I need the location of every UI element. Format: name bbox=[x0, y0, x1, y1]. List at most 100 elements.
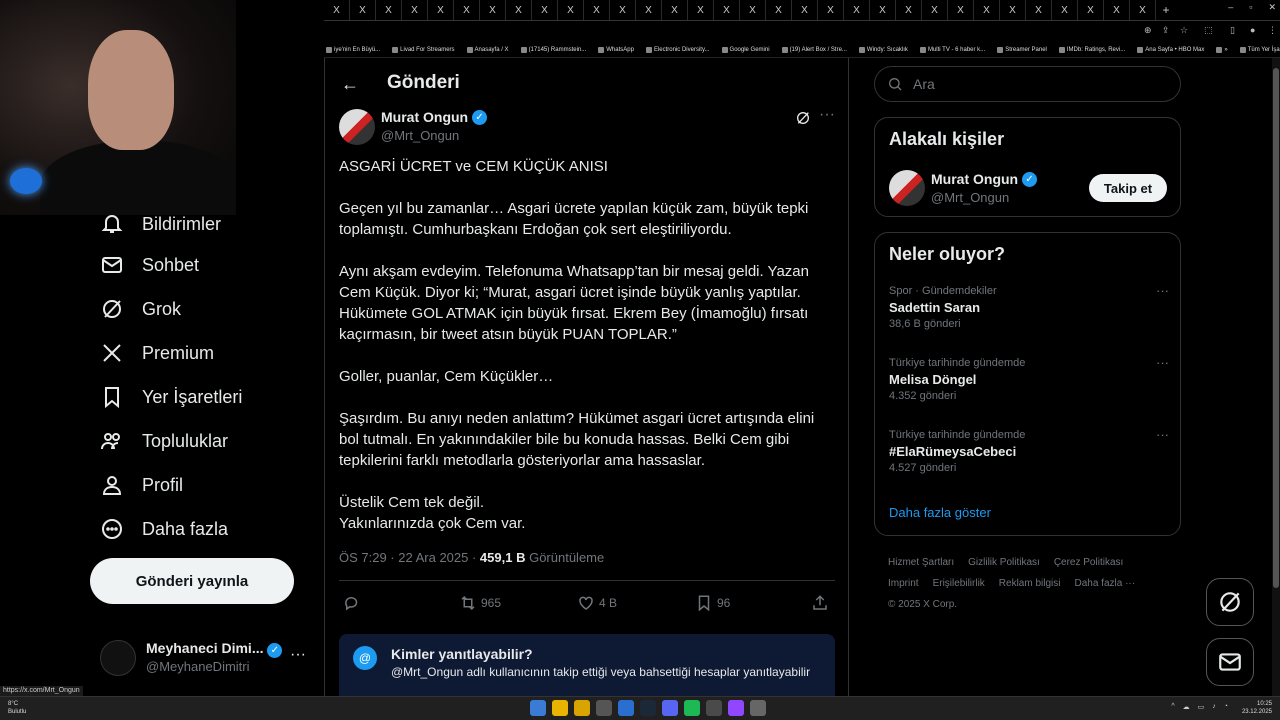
bookmark-item[interactable]: Tüm Yer İşaretleri bbox=[1239, 46, 1280, 53]
footer-link[interactable]: Çerez Politikası bbox=[1054, 557, 1123, 568]
browser-tab[interactable]: X bbox=[610, 0, 636, 20]
reply-button[interactable] bbox=[343, 594, 361, 612]
new-tab-button[interactable]: + bbox=[1156, 3, 1176, 17]
nav-item-grok[interactable]: Grok bbox=[100, 297, 181, 321]
browser-tab[interactable]: X bbox=[636, 0, 662, 20]
bookmark-item[interactable]: (17145) Rammstein... bbox=[520, 46, 586, 53]
author-handle[interactable]: @Mrt_Ongun bbox=[381, 128, 459, 143]
browser-tab[interactable]: X bbox=[376, 0, 402, 20]
repost-button[interactable]: 965 bbox=[459, 594, 501, 612]
messages-fab-button[interactable] bbox=[1206, 638, 1254, 686]
nav-item-premium[interactable]: Premium bbox=[100, 341, 214, 365]
extensions-icon[interactable]: ⬚ bbox=[1204, 25, 1213, 36]
browser-tab[interactable]: X bbox=[480, 0, 506, 20]
share-button[interactable] bbox=[811, 594, 829, 612]
app-icon[interactable] bbox=[706, 700, 722, 716]
bookmark-item[interactable]: Windy: Sıcaklık bbox=[858, 46, 908, 53]
nav-item-communities[interactable]: Topluluklar bbox=[100, 429, 228, 453]
bookmark-item[interactable]: Electronic Diversity... bbox=[645, 46, 710, 53]
browser-tab[interactable]: X bbox=[506, 0, 532, 20]
trend-more-icon[interactable]: ··· bbox=[1156, 427, 1169, 442]
trend-more-icon[interactable]: ··· bbox=[1156, 283, 1169, 298]
start-icon[interactable] bbox=[530, 700, 546, 716]
related-handle[interactable]: @Mrt_Ongun bbox=[931, 190, 1009, 205]
star-icon[interactable]: ☆ bbox=[1180, 25, 1188, 36]
sidepanel-icon[interactable]: ▯ bbox=[1230, 25, 1235, 36]
bookmark-item[interactable]: WhatsApp bbox=[598, 46, 634, 53]
maximize-button[interactable]: ▫ bbox=[1249, 2, 1252, 13]
system-tray[interactable]: ^ ☁ ▭ ♪ ◔ bbox=[1171, 703, 1228, 711]
nav-item-chat[interactable]: Sohbet bbox=[100, 253, 199, 277]
follow-button[interactable]: Takip et bbox=[1089, 174, 1167, 202]
browser-tab[interactable]: X bbox=[1078, 0, 1104, 20]
bookmark-item[interactable]: Google Gemini bbox=[721, 46, 770, 53]
author-name[interactable]: Murat Ongun ✓ bbox=[381, 109, 488, 125]
footer-link[interactable]: Daha fazla ··· bbox=[1074, 578, 1135, 589]
bookmark-item[interactable]: iye'nin En Büyü... bbox=[326, 46, 380, 53]
clock[interactable]: 10:25 23.12.2025 bbox=[1242, 700, 1272, 716]
folder-icon[interactable] bbox=[574, 700, 590, 716]
browser-tab[interactable]: X bbox=[922, 0, 948, 20]
bookmark-item[interactable]: IMDb: Ratings, Revi... bbox=[1058, 46, 1125, 53]
nav-item-more[interactable]: Daha fazla bbox=[100, 517, 228, 541]
like-button[interactable]: 4 B bbox=[577, 594, 617, 612]
bookmark-item[interactable]: Anasayfa / X bbox=[466, 46, 509, 53]
bookmark-item[interactable]: Ana Sayfa • HBO Max bbox=[1137, 46, 1204, 53]
bookmark-item[interactable]: Multi TV - 6 haber k... bbox=[919, 46, 985, 53]
browser-tab[interactable]: X bbox=[428, 0, 454, 20]
page-scrollbar[interactable] bbox=[1272, 58, 1280, 696]
browser-tab[interactable]: X bbox=[558, 0, 584, 20]
trend-item[interactable]: Türkiye tarihinde gündemde Melisa Döngel… bbox=[889, 355, 1169, 417]
footer-link[interactable]: Reklam bilgisi bbox=[999, 578, 1061, 589]
browser-icon[interactable] bbox=[618, 700, 634, 716]
minimize-button[interactable]: – bbox=[1228, 2, 1233, 13]
account-more-icon[interactable]: ··· bbox=[290, 646, 306, 664]
show-more-link[interactable]: Daha fazla göster bbox=[889, 505, 991, 520]
browser-tab[interactable]: X bbox=[688, 0, 714, 20]
browser-tab[interactable]: X bbox=[714, 0, 740, 20]
nav-item-bookmarks[interactable]: Yer İşaretleri bbox=[100, 385, 242, 409]
browser-tab[interactable]: X bbox=[818, 0, 844, 20]
browser-tab[interactable]: X bbox=[740, 0, 766, 20]
zoom-icon[interactable]: ⊕ bbox=[1144, 25, 1152, 36]
discord-icon[interactable] bbox=[662, 700, 678, 716]
browser-tab[interactable]: X bbox=[1000, 0, 1026, 20]
back-arrow-icon[interactable]: ← bbox=[341, 74, 359, 95]
spotify-icon[interactable] bbox=[684, 700, 700, 716]
browser-tab[interactable]: X bbox=[896, 0, 922, 20]
bookmark-button[interactable]: 96 bbox=[695, 594, 730, 612]
related-name[interactable]: Murat Ongun ✓ bbox=[931, 171, 1038, 187]
footer-link[interactable]: Imprint bbox=[888, 578, 919, 589]
browser-tab[interactable]: X bbox=[1052, 0, 1078, 20]
browser-tab[interactable]: X bbox=[870, 0, 896, 20]
share-icon[interactable]: ⇪ bbox=[1162, 25, 1170, 36]
browser-tab[interactable]: X bbox=[792, 0, 818, 20]
browser-tab[interactable]: X bbox=[766, 0, 792, 20]
related-avatar[interactable] bbox=[889, 170, 925, 206]
trend-more-icon[interactable]: ··· bbox=[1156, 355, 1169, 370]
profile-icon[interactable]: ● bbox=[1250, 25, 1255, 35]
bookmark-item[interactable]: Streamer Panel bbox=[997, 46, 1047, 53]
grok-fab-button[interactable] bbox=[1206, 578, 1254, 626]
browser-tab[interactable]: X bbox=[1026, 0, 1052, 20]
browser-tab[interactable]: X bbox=[350, 0, 376, 20]
browser-tab[interactable]: X bbox=[662, 0, 688, 20]
steam-icon[interactable] bbox=[640, 700, 656, 716]
browser-tab[interactable]: X bbox=[532, 0, 558, 20]
bookmark-item[interactable]: (19) Alert Box / Stre... bbox=[781, 46, 847, 53]
account-switcher[interactable]: Meyhaneci Dimi... ✓ @MeyhaneDimitri ··· bbox=[100, 638, 314, 678]
browser-tab[interactable]: X bbox=[584, 0, 610, 20]
footer-link[interactable]: Hizmet Şartları bbox=[888, 557, 954, 568]
nav-item-profile[interactable]: Profil bbox=[100, 473, 183, 497]
browser-tab[interactable]: X bbox=[1104, 0, 1130, 20]
browser-tab[interactable]: X bbox=[974, 0, 1000, 20]
grok-explain-icon[interactable] bbox=[795, 110, 811, 130]
footer-link[interactable]: Erişilebilirlik bbox=[933, 578, 985, 589]
footer-link[interactable]: Gizlilik Politikası bbox=[968, 557, 1040, 568]
browser-tab[interactable]: X bbox=[402, 0, 428, 20]
post-more-icon[interactable]: ··· bbox=[819, 106, 835, 124]
search-input[interactable]: Ara bbox=[874, 66, 1181, 102]
close-window-button[interactable]: ✕ bbox=[1268, 2, 1276, 13]
twitch-icon[interactable] bbox=[728, 700, 744, 716]
post-button[interactable]: Gönderi yayınla bbox=[90, 558, 294, 604]
